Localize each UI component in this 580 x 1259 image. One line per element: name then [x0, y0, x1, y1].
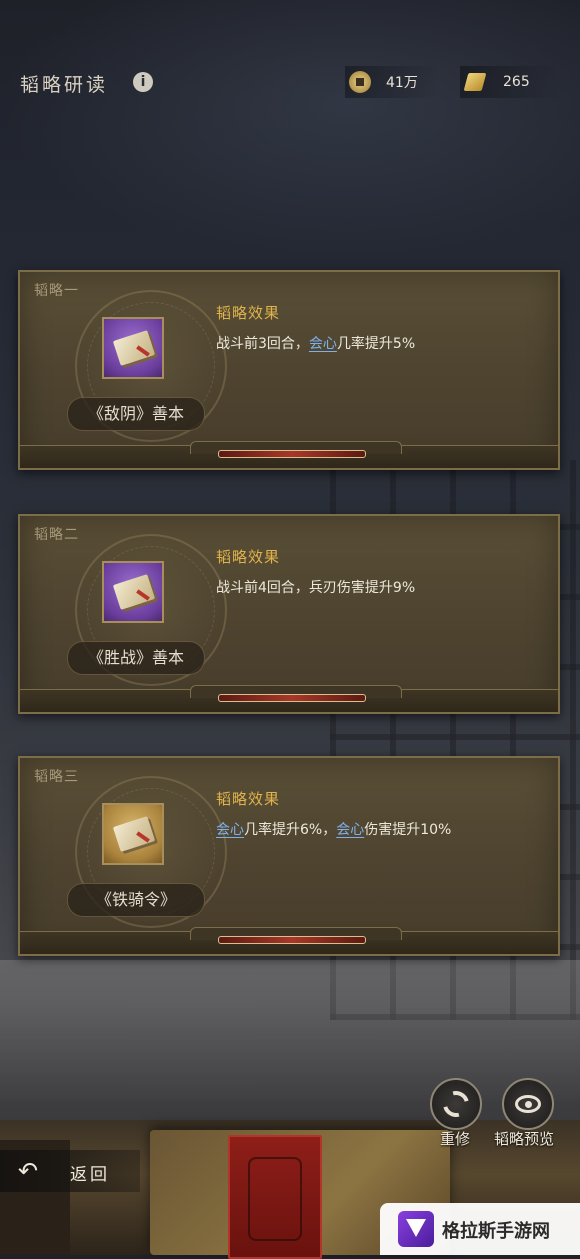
preview-button[interactable]: [502, 1078, 554, 1130]
card-progress-bar: [218, 694, 366, 702]
header: 韬略研读 i 41万 265: [0, 58, 580, 108]
scroll-bundle-icon: [112, 816, 156, 852]
effect-text: 会心几率提升6%，会心伤害提升10%: [216, 819, 451, 839]
card-progress-bar: [218, 936, 366, 944]
background-wall: [0, 960, 580, 1100]
item-name-plate: 《铁骑令》: [67, 883, 205, 917]
back-arrow-icon: ↶: [18, 1157, 39, 1185]
book-item-icon[interactable]: [102, 561, 164, 623]
effect-text: 战斗前3回合，会心几率提升5%: [216, 333, 415, 353]
item-name-plate: 《胜战》善本: [67, 641, 205, 675]
background-ceiling: [0, 0, 580, 260]
rebuild-button[interactable]: [430, 1078, 482, 1130]
effect-title: 韬略效果: [216, 548, 281, 566]
effect-text-part: 几率提升5%: [336, 336, 416, 352]
card-label: 韬略二: [34, 527, 79, 543]
effect-text-part: 伤害提升10%: [364, 822, 452, 838]
strategy-card-3[interactable]: 韬略三 《铁骑令》 韬略效果 会心几率提升6%，会心伤害提升10%: [18, 756, 560, 956]
book-seal: [228, 1135, 322, 1259]
scroll-item-icon[interactable]: [102, 803, 164, 865]
strategy-card-1[interactable]: 韬略一 《敌阴》善本 韬略效果 战斗前3回合，会心几率提升5%: [18, 270, 560, 470]
book-item-icon[interactable]: [102, 317, 164, 379]
effect-text-part: 几率提升6%，: [244, 822, 337, 838]
keyword-link[interactable]: 会心: [309, 336, 337, 352]
effect-text-part: 战斗前3回合，: [216, 336, 309, 352]
book-icon: [112, 330, 156, 366]
page-title: 韬略研读: [20, 74, 109, 96]
scroll-resource: 265: [460, 66, 560, 98]
effect-text: 战斗前4回合，兵刃伤害提升9%: [216, 580, 416, 596]
coin-value: 41万: [386, 75, 418, 91]
watermark-text: 格拉斯手游网: [442, 1221, 550, 1242]
scroll-value: 265: [503, 74, 530, 90]
site-watermark: 格拉斯手游网: [380, 1203, 580, 1255]
scroll-icon: [462, 71, 488, 93]
card-label: 韬略三: [34, 769, 79, 785]
effect-title: 韬略效果: [216, 304, 281, 322]
book-icon: [112, 574, 156, 610]
item-name-plate: 《敌阴》善本: [67, 397, 205, 431]
effect-title: 韬略效果: [216, 790, 281, 808]
seal-mark: [248, 1157, 302, 1241]
card-progress-bar: [218, 450, 366, 458]
rebuild-label[interactable]: 重修: [440, 1128, 470, 1149]
preview-label[interactable]: 韬略预览: [494, 1128, 554, 1149]
strategy-card-2[interactable]: 韬略二 《胜战》善本 韬略效果 战斗前4回合，兵刃伤害提升9%: [18, 514, 560, 714]
swirl-icon: [438, 1086, 474, 1122]
coin-resource: 41万: [345, 66, 440, 98]
info-icon[interactable]: i: [133, 72, 153, 92]
back-button[interactable]: ↶ 返回: [0, 1150, 140, 1192]
eye-icon: [515, 1095, 541, 1113]
watermark-logo-icon: [398, 1211, 434, 1247]
keyword-link[interactable]: 会心: [336, 822, 364, 838]
coin-icon: [349, 71, 371, 93]
back-label: 返回: [70, 1165, 110, 1185]
card-label: 韬略一: [34, 283, 79, 299]
keyword-link[interactable]: 会心: [216, 822, 244, 838]
